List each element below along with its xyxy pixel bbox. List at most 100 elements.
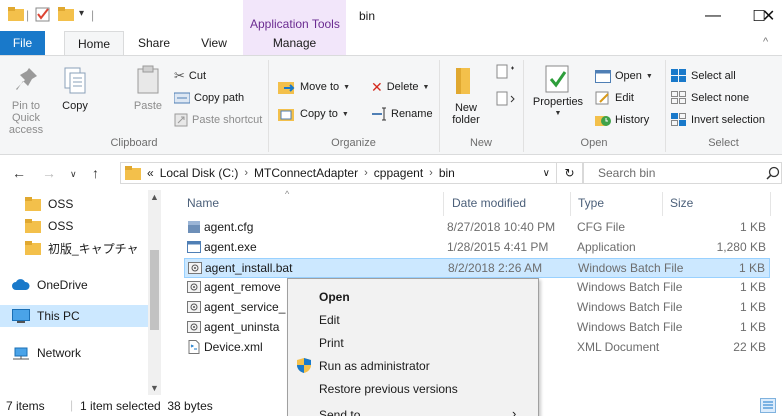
column-header-size[interactable]: Size <box>670 196 693 210</box>
network-icon <box>13 347 29 360</box>
easy-access-icon[interactable] <box>496 90 518 108</box>
nav-item-capture[interactable]: 初版_キャプチャ <box>25 237 148 259</box>
breadcrumb-bin[interactable]: bin <box>439 166 455 180</box>
invert-selection-button[interactable]: Invert selection <box>671 110 765 130</box>
tab-manage[interactable]: Manage <box>243 31 346 55</box>
back-icon[interactable]: ← <box>12 165 26 181</box>
file-name: agent_install.bat <box>205 261 293 275</box>
table-row[interactable]: agent.exe 1/28/2015 4:41 PM Application 1,2… <box>184 238 770 258</box>
refresh-button[interactable]: ↻ <box>557 162 583 184</box>
context-menu-run-as-admin[interactable]: Run as administrator <box>319 359 430 373</box>
open-group-label: Open <box>580 137 608 149</box>
select-all-button[interactable]: Select all <box>671 66 736 86</box>
breadcrumb-mtconnectadapter[interactable]: MTConnectAdapter <box>254 166 358 180</box>
folder-icon <box>25 197 41 211</box>
column-header-date[interactable]: Date modified <box>452 196 526 210</box>
file-type: Windows Batch File <box>577 320 683 334</box>
scroll-down-icon[interactable]: ▼ <box>150 383 159 393</box>
tab-home[interactable]: Home <box>64 31 124 55</box>
tab-view[interactable]: View <box>184 31 244 55</box>
copy-button[interactable]: Copy <box>55 64 95 112</box>
context-menu-edit[interactable]: Edit <box>319 313 340 327</box>
tab-file[interactable]: File <box>0 31 45 55</box>
breadcrumb-overflow-icon[interactable]: « <box>147 166 154 180</box>
new-folder-button[interactable]: New folder <box>444 62 488 126</box>
file-size: 1,280 KB <box>716 240 766 254</box>
xml-file-icon <box>187 340 201 354</box>
close-button[interactable]: ✕ <box>762 0 782 31</box>
status-separator: | <box>70 398 74 412</box>
open-dropdown-icon: ▼ <box>645 72 653 80</box>
history-label: History <box>615 114 650 126</box>
column-header-type[interactable]: Type <box>578 196 604 210</box>
new-folder-qa-icon[interactable] <box>58 7 74 21</box>
properties-label: Properties <box>532 96 584 108</box>
chevron-right-icon[interactable]: › <box>364 167 368 179</box>
paste-button[interactable]: Paste <box>128 64 168 112</box>
select-none-button[interactable]: Select none <box>671 88 749 108</box>
up-icon[interactable]: ↑ <box>92 165 99 181</box>
rename-icon <box>372 107 386 121</box>
nav-scrollbar-thumb[interactable] <box>150 250 159 330</box>
breadcrumb-cppagent[interactable]: cppagent <box>374 166 423 180</box>
nav-item-label: Network <box>37 346 82 360</box>
context-menu-send-to[interactable]: Send to <box>319 408 360 416</box>
table-row[interactable]: agent_install.bat 8/2/2018 2:26 AM Windows… <box>184 258 770 278</box>
column-header-name[interactable]: Name <box>187 196 219 210</box>
ribbon-collapse-icon[interactable]: ^ <box>763 36 768 48</box>
nav-item-network[interactable]: Network <box>12 342 81 364</box>
recent-locations-icon[interactable]: ∨ <box>70 169 77 180</box>
nav-item-onedrive[interactable]: OneDrive <box>12 274 88 296</box>
history-button[interactable]: History <box>595 110 649 130</box>
details-view-button[interactable] <box>760 398 776 413</box>
clipboard-icon <box>137 65 159 94</box>
chevron-right-icon[interactable]: › <box>244 167 248 179</box>
tab-share[interactable]: Share <box>124 31 184 55</box>
search-icon[interactable] <box>766 166 780 180</box>
open-button[interactable]: Open ▼ <box>595 66 653 86</box>
rename-button[interactable]: Rename <box>371 104 433 124</box>
file-date: 1/28/2015 4:41 PM <box>447 240 549 254</box>
copy-path-label: Copy path <box>194 92 245 104</box>
context-menu-print[interactable]: Print <box>319 336 344 350</box>
chevron-right-icon[interactable]: › <box>429 167 433 179</box>
address-bar[interactable]: « Local Disk (C:) › MTConnectAdapter › c… <box>120 162 557 184</box>
customize-qa-icon[interactable]: ▾ <box>79 8 84 19</box>
column-separator[interactable] <box>443 192 444 216</box>
file-size: 1 KB <box>739 280 766 294</box>
nav-item-this-pc[interactable]: This PC <box>12 305 80 327</box>
address-dropdown-icon[interactable]: ∨ <box>543 168 550 179</box>
copy-label: Copy <box>62 100 88 112</box>
properties-check-icon[interactable] <box>35 7 51 22</box>
copy-to-button[interactable]: Copy to ▼ <box>278 104 349 124</box>
edit-button[interactable]: Edit <box>595 88 634 108</box>
move-to-button[interactable]: Move to ▼ <box>278 77 350 97</box>
select-all-icon <box>671 69 686 82</box>
file-name: agent.cfg <box>204 220 254 234</box>
context-menu-open[interactable]: Open <box>319 290 350 304</box>
breadcrumb-local-disk[interactable]: Local Disk (C:) <box>160 166 239 180</box>
nav-item-oss[interactable]: OSS <box>25 215 73 237</box>
new-item-icon[interactable] <box>496 64 518 82</box>
file-name: agent_uninsta <box>204 320 280 334</box>
pin-quick-access-button[interactable]: Pin to Quick access <box>0 64 52 136</box>
file-size: 22 KB <box>733 340 766 354</box>
properties-button[interactable]: Properties ▼ <box>529 64 587 120</box>
column-separator[interactable] <box>570 192 571 216</box>
paste-shortcut-button[interactable]: Paste shortcut <box>174 110 262 130</box>
scroll-up-icon[interactable]: ▲ <box>150 192 159 202</box>
status-selection: 1 item selected 38 bytes <box>80 399 213 413</box>
minimize-button[interactable]: — <box>690 0 736 31</box>
cut-button[interactable]: ✂ Cut <box>174 66 206 86</box>
delete-button[interactable]: ✕ Delete ▼ <box>371 77 429 97</box>
folder-icon <box>125 166 141 180</box>
table-row[interactable]: agent.cfg 8/27/2018 10:40 PM CFG File 1 KB <box>184 218 770 238</box>
copy-path-button[interactable]: Copy path <box>174 88 244 108</box>
context-menu-restore-versions[interactable]: Restore previous versions <box>319 382 458 396</box>
search-input[interactable]: Search bin <box>583 162 782 184</box>
column-separator[interactable] <box>770 192 771 216</box>
nav-item-label: OSS <box>48 197 74 211</box>
nav-item-oss[interactable]: OSS <box>25 193 73 215</box>
forward-icon[interactable]: → <box>42 165 56 181</box>
column-separator[interactable] <box>662 192 663 216</box>
